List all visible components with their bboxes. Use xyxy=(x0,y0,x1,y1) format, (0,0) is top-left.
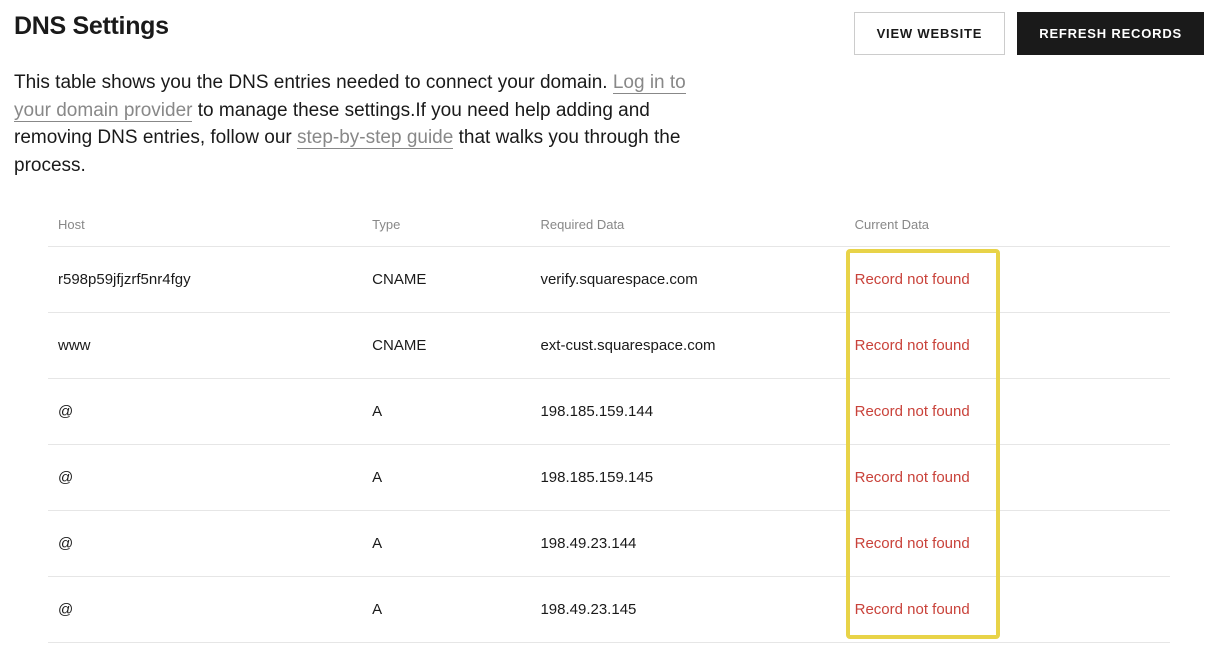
dns-records-table: Host Type Required Data Current Data r59… xyxy=(48,203,1170,643)
cell-type: A xyxy=(362,379,530,445)
table-row: @A198.185.159.144Record not found xyxy=(48,379,1170,445)
cell-host: @ xyxy=(48,445,362,511)
cell-current-data: Record not found xyxy=(845,379,1170,445)
header-type: Type xyxy=(362,203,530,247)
cell-required-data: 198.49.23.144 xyxy=(530,511,844,577)
cell-required-data: 198.185.159.144 xyxy=(530,379,844,445)
header-current-data: Current Data xyxy=(845,203,1170,247)
table-row: wwwCNAMEext-cust.squarespace.comRecord n… xyxy=(48,313,1170,379)
cell-host: www xyxy=(48,313,362,379)
table-row: @A198.185.159.145Record not found xyxy=(48,445,1170,511)
table-row: r598p59jfjzrf5nr4fgyCNAMEverify.squaresp… xyxy=(48,247,1170,313)
description-text: This table shows you the DNS entries nee… xyxy=(14,69,694,179)
cell-current-data: Record not found xyxy=(845,511,1170,577)
cell-type: CNAME xyxy=(362,247,530,313)
view-website-button[interactable]: VIEW WEBSITE xyxy=(854,12,1006,55)
cell-type: CNAME xyxy=(362,313,530,379)
description-part1: This table shows you the DNS entries nee… xyxy=(14,72,613,93)
cell-host: r598p59jfjzrf5nr4fgy xyxy=(48,247,362,313)
step-by-step-guide-link[interactable]: step-by-step guide xyxy=(297,127,453,149)
header-required-data: Required Data xyxy=(530,203,844,247)
cell-type: A xyxy=(362,511,530,577)
cell-current-data: Record not found xyxy=(845,247,1170,313)
table-row: @A198.49.23.144Record not found xyxy=(48,511,1170,577)
cell-current-data: Record not found xyxy=(845,313,1170,379)
action-buttons: VIEW WEBSITE REFRESH RECORDS xyxy=(854,12,1204,55)
cell-host: @ xyxy=(48,511,362,577)
cell-host: @ xyxy=(48,379,362,445)
cell-required-data: verify.squarespace.com xyxy=(530,247,844,313)
cell-required-data: 198.185.159.145 xyxy=(530,445,844,511)
header-host: Host xyxy=(48,203,362,247)
cell-current-data: Record not found xyxy=(845,445,1170,511)
table-header-row: Host Type Required Data Current Data xyxy=(48,203,1170,247)
page-title: DNS Settings xyxy=(14,12,169,41)
refresh-records-button[interactable]: REFRESH RECORDS xyxy=(1017,12,1204,55)
cell-type: A xyxy=(362,445,530,511)
cell-required-data: ext-cust.squarespace.com xyxy=(530,313,844,379)
